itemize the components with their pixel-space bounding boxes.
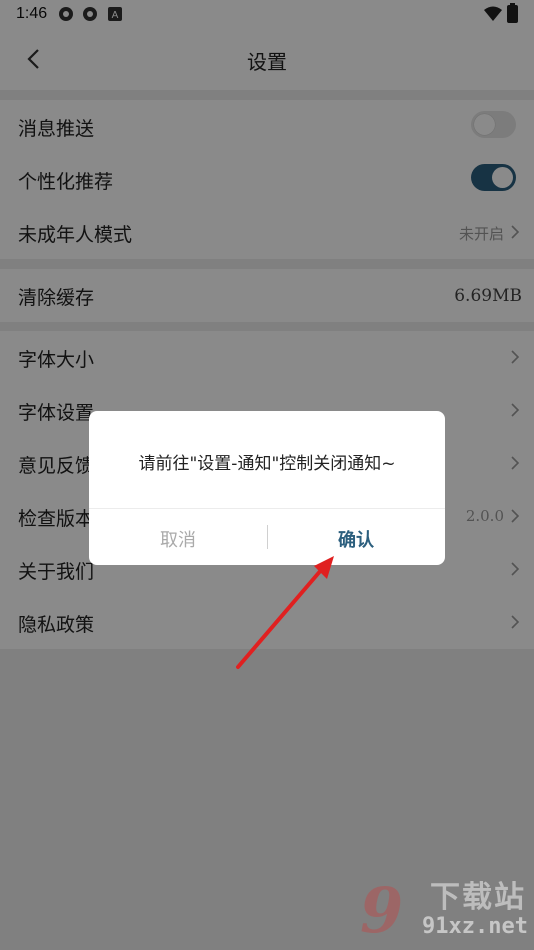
dialog-divider <box>89 508 445 509</box>
confirm-button[interactable]: 确认 <box>267 526 445 552</box>
watermark-logo: 9 <box>360 874 404 947</box>
dialog-message: 请前往"设置-通知"控制关闭通知~ <box>138 454 396 474</box>
cancel-button[interactable]: 取消 <box>89 526 267 552</box>
notification-dialog: 请前往"设置-通知"控制关闭通知~ 取消 确认 <box>89 411 445 565</box>
watermark-url: 91xz.net <box>422 914 528 939</box>
site-watermark: 9 下载站 91xz.net <box>360 870 530 948</box>
watermark-text: 下载站 <box>430 880 526 915</box>
